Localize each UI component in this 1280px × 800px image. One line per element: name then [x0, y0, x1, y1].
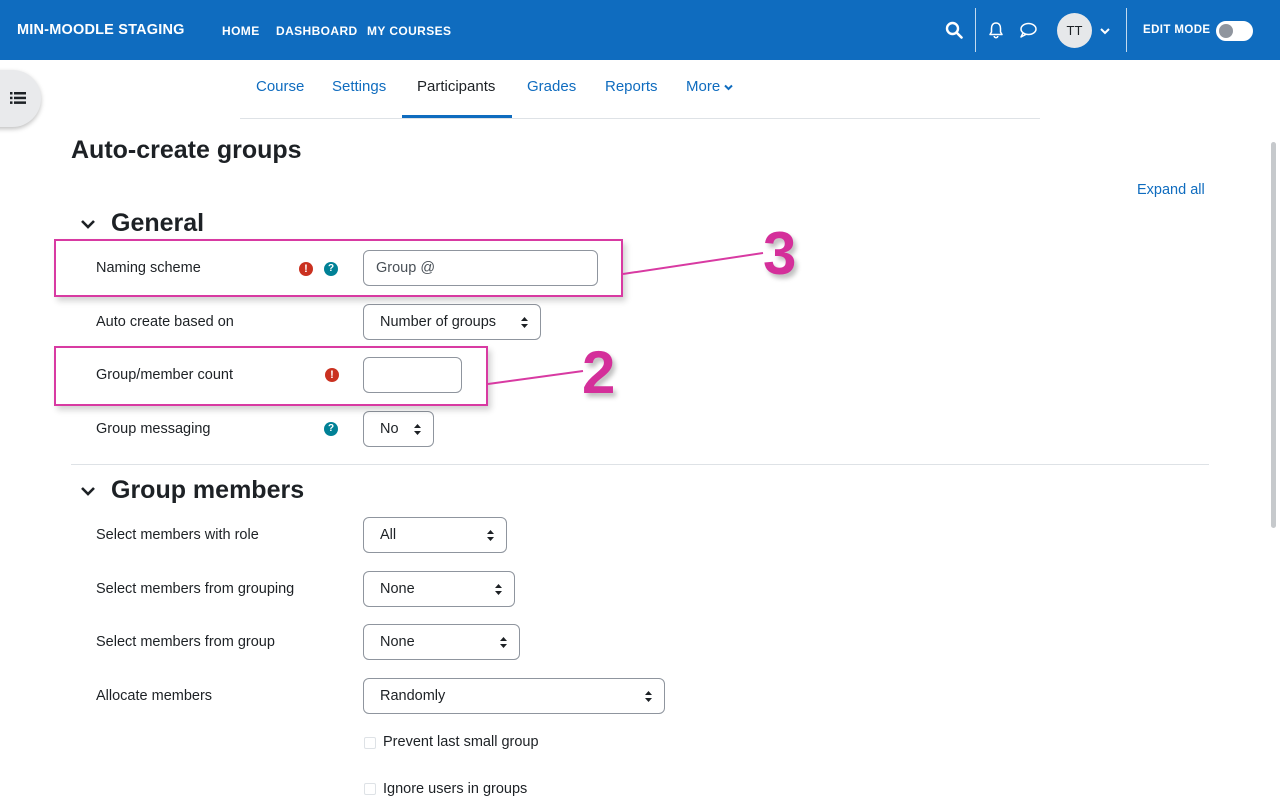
chevron-down-icon[interactable]: [1099, 26, 1111, 36]
active-tab-indicator: [402, 115, 512, 118]
updown-arrow-icon: [414, 424, 421, 435]
help-icon[interactable]: ?: [324, 422, 338, 436]
group-count-highlight: [54, 346, 488, 406]
tab-grades[interactable]: Grades: [527, 78, 576, 95]
group-members-section-header[interactable]: Group members: [80, 476, 304, 505]
tab-participants[interactable]: Participants: [417, 78, 495, 95]
allocate-members-value: Randomly: [380, 688, 446, 704]
prevent-small-group-checkbox[interactable]: [364, 737, 376, 749]
edit-mode-label: EDIT MODE: [1143, 24, 1211, 36]
allocate-members-select[interactable]: Randomly: [363, 678, 665, 714]
group-messaging-value: No: [380, 421, 399, 437]
tab-more[interactable]: More: [686, 78, 733, 95]
course-index-drawer-button[interactable]: [0, 70, 41, 127]
group-messaging-select[interactable]: No: [363, 411, 434, 447]
tab-settings[interactable]: Settings: [332, 78, 386, 95]
navbar-separator: [1126, 8, 1127, 52]
secondary-navigation: Course Settings Participants Grades Repo…: [240, 60, 1040, 119]
select-role-label: Select members with role: [96, 527, 259, 543]
tab-reports[interactable]: Reports: [605, 78, 658, 95]
select-role-value: All: [380, 527, 397, 543]
ignore-users-label[interactable]: Ignore users in groups: [383, 781, 527, 797]
general-section-header[interactable]: General: [80, 209, 204, 238]
auto-create-based-on-value: Number of groups: [380, 314, 497, 330]
updown-arrow-icon: [495, 584, 502, 595]
callout-number-3: 3: [763, 220, 797, 287]
tab-course[interactable]: Course: [256, 78, 304, 95]
message-icon[interactable]: [1018, 21, 1038, 39]
select-group-select[interactable]: None: [363, 624, 520, 660]
nav-dashboard-link[interactable]: DASHBOARD: [276, 24, 358, 38]
navbar-separator: [975, 8, 976, 52]
select-group-value: None: [380, 634, 415, 650]
updown-arrow-icon: [645, 691, 652, 702]
select-grouping-label: Select members from grouping: [96, 581, 295, 597]
prevent-small-group-label[interactable]: Prevent last small group: [383, 734, 539, 750]
expand-all-link[interactable]: Expand all: [1137, 182, 1205, 198]
page-title: Auto-create groups: [71, 136, 302, 164]
updown-arrow-icon: [521, 317, 528, 328]
updown-arrow-icon: [487, 530, 494, 541]
tab-more-label: More: [686, 78, 721, 95]
ignore-users-checkbox[interactable]: [364, 783, 376, 795]
auto-create-based-on-label: Auto create based on: [96, 314, 234, 330]
allocate-members-label: Allocate members: [96, 688, 213, 704]
user-avatar[interactable]: TT: [1057, 13, 1092, 48]
group-members-heading: Group members: [111, 476, 305, 504]
callout-number-2: 2: [582, 339, 616, 406]
general-heading: General: [111, 209, 205, 237]
select-role-select[interactable]: All: [363, 517, 507, 553]
chevron-down-icon: [724, 84, 733, 90]
toggle-knob: [1219, 24, 1233, 38]
search-icon[interactable]: [945, 21, 963, 39]
section-divider: [71, 464, 1209, 465]
chevron-down-icon: [81, 487, 95, 496]
page-scrollbar[interactable]: [1271, 142, 1276, 528]
bell-icon[interactable]: [987, 21, 1005, 39]
nav-my-courses-link[interactable]: MY COURSES: [367, 24, 451, 38]
select-group-label: Select members from group: [96, 634, 275, 650]
site-brand[interactable]: MIN-MOODLE STAGING: [17, 22, 185, 38]
auto-create-based-on-select[interactable]: Number of groups: [363, 304, 541, 340]
nav-home-link[interactable]: HOME: [222, 24, 260, 38]
naming-scheme-highlight: [54, 239, 623, 297]
group-messaging-label: Group messaging: [96, 421, 211, 437]
edit-mode-toggle[interactable]: [1216, 21, 1253, 41]
updown-arrow-icon: [500, 637, 507, 648]
select-grouping-value: None: [380, 581, 415, 597]
list-icon: [10, 92, 26, 104]
select-grouping-select[interactable]: None: [363, 571, 515, 607]
chevron-down-icon: [81, 220, 95, 229]
top-navbar: MIN-MOODLE STAGING HOME DASHBOARD MY COU…: [0, 0, 1280, 60]
